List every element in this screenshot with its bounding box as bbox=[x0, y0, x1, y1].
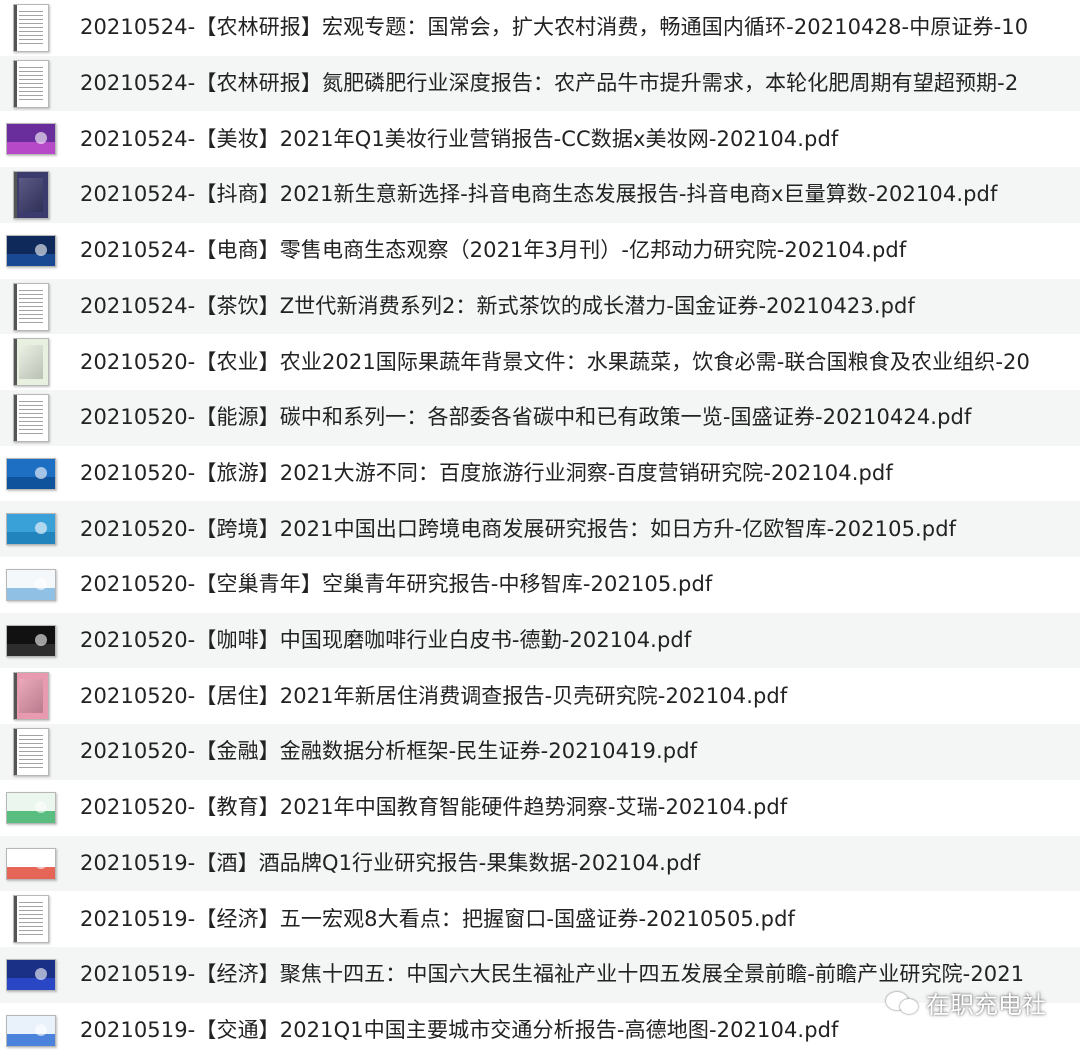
file-name: 20210520-【金融】金融数据分析框架-民生证券-20210419.pdf bbox=[80, 739, 698, 764]
file-name: 20210519-【交通】2021Q1中国主要城市交通分析报告-高德地图-202… bbox=[80, 1017, 839, 1042]
file-row[interactable]: 20210519-【酒】酒品牌Q1行业研究报告-果集数据-202104.pdf bbox=[0, 835, 1080, 892]
file-name: 20210524-【电商】零售电商生态观察（2021年3月刊）-亿邦动力研究院-… bbox=[80, 238, 907, 263]
pdf-thumbnail-icon bbox=[6, 337, 56, 387]
pdf-thumbnail-icon bbox=[6, 560, 56, 610]
file-row[interactable]: 20210519-【经济】五一宏观8大看点：把握窗口-国盛证券-20210505… bbox=[0, 891, 1080, 947]
pdf-thumbnail-icon bbox=[6, 226, 56, 276]
file-name: 20210520-【咖啡】中国现磨咖啡行业白皮书-德勤-202104.pdf bbox=[80, 628, 692, 653]
file-row[interactable]: 20210520-【金融】金融数据分析框架-民生证券-20210419.pdf bbox=[0, 724, 1080, 780]
file-name: 20210520-【旅游】2021大游不同：百度旅游行业洞察-百度营销研究院-2… bbox=[80, 460, 893, 485]
pdf-thumbnail-icon bbox=[6, 727, 56, 777]
file-row[interactable]: 20210524-【抖商】2021新生意新选择-抖音电商生态发展报告-抖音电商x… bbox=[0, 167, 1080, 223]
pdf-thumbnail-icon bbox=[6, 449, 56, 499]
file-row[interactable]: 20210520-【跨境】2021中国出口跨境电商发展研究报告：如日方升-亿欧智… bbox=[0, 501, 1080, 557]
pdf-thumbnail-icon bbox=[6, 950, 56, 1000]
file-list: 20210524-【农林研报】宏观专题：国常会，扩大农村消费，畅通国内循环-20… bbox=[0, 0, 1080, 1047]
file-row[interactable]: 20210520-【咖啡】中国现磨咖啡行业白皮书-德勤-202104.pdf bbox=[0, 612, 1080, 669]
file-row[interactable]: 20210520-【旅游】2021大游不同：百度旅游行业洞察-百度营销研究院-2… bbox=[0, 446, 1080, 502]
file-row[interactable]: 20210520-【农业】农业2021国际果蔬年背景文件：水果蔬菜，饮食必需-联… bbox=[0, 334, 1080, 390]
pdf-thumbnail-icon bbox=[6, 839, 56, 889]
wechat-icon bbox=[886, 990, 920, 1016]
pdf-thumbnail-icon bbox=[6, 1006, 56, 1056]
file-name: 20210524-【农林研报】宏观专题：国常会，扩大农村消费，畅通国内循环-20… bbox=[80, 15, 1029, 40]
file-row[interactable]: 20210524-【电商】零售电商生态观察（2021年3月刊）-亿邦动力研究院-… bbox=[0, 223, 1080, 279]
file-name: 20210520-【空巢青年】空巢青年研究报告-中移智库-202105.pdf bbox=[80, 572, 713, 597]
pdf-thumbnail-icon bbox=[6, 894, 56, 944]
file-name: 20210520-【能源】碳中和系列一：各部委各省碳中和已有政策一览-国盛证券-… bbox=[80, 405, 972, 430]
file-name: 20210520-【居住】2021年新居住消费调查报告-贝壳研究院-202104… bbox=[80, 683, 788, 708]
watermark-text: 在职充电社 bbox=[926, 991, 1046, 1019]
pdf-thumbnail-icon bbox=[6, 393, 56, 443]
file-row[interactable]: 20210520-【教育】2021年中国教育智能硬件趋势洞察-艾瑞-202104… bbox=[0, 780, 1080, 836]
file-row[interactable]: 20210524-【茶饮】Z世代新消费系列2：新式茶饮的成长潜力-国金证券-20… bbox=[0, 278, 1080, 335]
file-name: 20210519-【经济】聚焦十四五：中国六大民生福祉产业十四五发展全景前瞻-前… bbox=[80, 962, 1025, 987]
pdf-thumbnail-icon bbox=[6, 783, 56, 833]
file-name: 20210524-【抖商】2021新生意新选择-抖音电商生态发展报告-抖音电商x… bbox=[80, 182, 998, 207]
file-name: 20210520-【教育】2021年中国教育智能硬件趋势洞察-艾瑞-202104… bbox=[80, 795, 788, 820]
watermark: 在职充电社 bbox=[886, 985, 1046, 1020]
file-name: 20210519-【酒】酒品牌Q1行业研究报告-果集数据-202104.pdf bbox=[80, 850, 701, 875]
pdf-thumbnail-icon bbox=[6, 114, 56, 164]
file-name: 20210519-【经济】五一宏观8大看点：把握窗口-国盛证券-20210505… bbox=[80, 906, 795, 931]
file-name: 20210520-【农业】农业2021国际果蔬年背景文件：水果蔬菜，饮食必需-联… bbox=[80, 349, 1030, 374]
file-name: 20210520-【跨境】2021中国出口跨境电商发展研究报告：如日方升-亿欧智… bbox=[80, 516, 957, 541]
file-row[interactable]: 20210524-【美妆】2021年Q1美妆行业营销报告-CC数据x美妆网-20… bbox=[0, 111, 1080, 167]
file-row[interactable]: 20210520-【能源】碳中和系列一：各部委各省碳中和已有政策一览-国盛证券-… bbox=[0, 389, 1080, 446]
file-row[interactable]: 20210520-【居住】2021年新居住消费调查报告-贝壳研究院-202104… bbox=[0, 668, 1080, 724]
pdf-thumbnail-icon bbox=[6, 59, 56, 109]
file-name: 20210524-【美妆】2021年Q1美妆行业营销报告-CC数据x美妆网-20… bbox=[80, 126, 839, 151]
pdf-thumbnail-icon bbox=[6, 616, 56, 666]
file-name: 20210524-【茶饮】Z世代新消费系列2：新式茶饮的成长潜力-国金证券-20… bbox=[80, 293, 915, 318]
pdf-thumbnail-icon bbox=[6, 170, 56, 220]
file-row[interactable]: 20210524-【农林研报】氮肥磷肥行业深度报告：农产品牛市提升需求，本轮化肥… bbox=[0, 55, 1080, 112]
file-name: 20210524-【农林研报】氮肥磷肥行业深度报告：农产品牛市提升需求，本轮化肥… bbox=[80, 71, 1019, 96]
pdf-thumbnail-icon bbox=[6, 671, 56, 721]
pdf-thumbnail-icon bbox=[6, 282, 56, 332]
pdf-thumbnail-icon bbox=[6, 3, 56, 53]
file-row[interactable]: 20210520-【空巢青年】空巢青年研究报告-中移智库-202105.pdf bbox=[0, 557, 1080, 613]
pdf-thumbnail-icon bbox=[6, 504, 56, 554]
file-row[interactable]: 20210524-【农林研报】宏观专题：国常会，扩大农村消费，畅通国内循环-20… bbox=[0, 0, 1080, 56]
